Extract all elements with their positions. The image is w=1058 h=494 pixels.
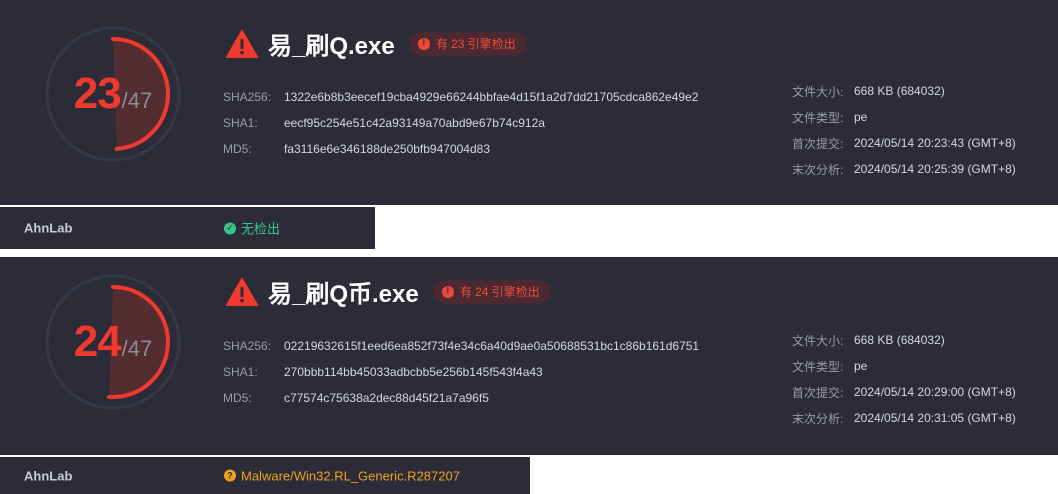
engine-result: ? Malware/Win32.RL_Generic.R287207 xyxy=(224,468,460,483)
detection-gauge: 24 /47 xyxy=(44,273,182,411)
first-submit-label: 首次提交: xyxy=(792,136,844,151)
last-analysis-value: 2024/05/14 20:31:05 (GMT+8) xyxy=(854,411,1016,425)
meta-row-type: 文件类型: pe xyxy=(792,353,1016,379)
alert-circle-icon: ! xyxy=(441,285,454,298)
file-size-value: 668 KB (684032) xyxy=(854,333,945,347)
sha1-label: SHA1: xyxy=(223,365,258,379)
file-size-label: 文件大小: xyxy=(792,333,844,348)
scan-report-card: 23 /47 易_刷Q.exe ! 有 23 引擎检出 SHA256: 1322… xyxy=(0,0,1058,205)
file-name: 易_刷Q币.exe xyxy=(268,281,419,308)
gauge-label: 24 /47 xyxy=(44,273,182,411)
scan-report-card: 24 /47 易_刷Q币.exe ! 有 24 引擎检出 SHA256: 022… xyxy=(0,257,1058,455)
hash-row-sha1: SHA1: eecf95c254e51c42a93149a70abd9e67b7… xyxy=(223,110,698,136)
last-analysis-label: 末次分析: xyxy=(792,162,844,177)
meta-row-first: 首次提交: 2024/05/14 20:23:43 (GMT+8) xyxy=(792,130,1016,156)
md5-value[interactable]: fa3116e6e346188de250bfb947004d83 xyxy=(284,142,490,156)
detection-count: 23 xyxy=(73,69,122,118)
sha256-value[interactable]: 1322e6b8b3eecef19cba4929e66244bbfae4d15f… xyxy=(284,90,698,104)
meta-row-size: 文件大小: 668 KB (684032) xyxy=(792,327,1016,353)
detection-count: 24 xyxy=(73,317,122,366)
detection-badge-text: 有 23 引擎检出 xyxy=(435,37,516,51)
last-analysis-value: 2024/05/14 20:25:39 (GMT+8) xyxy=(854,162,1016,176)
meta-row-size: 文件大小: 668 KB (684032) xyxy=(792,78,1016,104)
hash-row-md5: MD5: fa3116e6e346188de250bfb947004d83 xyxy=(223,136,698,162)
hash-list: SHA256: 1322e6b8b3eecef19cba4929e66244bb… xyxy=(223,84,698,162)
first-submit-value: 2024/05/14 20:23:43 (GMT+8) xyxy=(854,136,1016,150)
file-title-row: 易_刷Q.exe ! 有 23 引擎检出 xyxy=(226,26,527,61)
engine-name: AhnLab xyxy=(24,220,73,236)
engine-result-row: AhnLab ? Malware/Win32.RL_Generic.R28720… xyxy=(0,456,530,494)
first-submit-value: 2024/05/14 20:29:00 (GMT+8) xyxy=(854,385,1016,399)
hash-row-sha256: SHA256: 02219632615f1eed6ea852f73f4e34c6… xyxy=(223,333,699,359)
warning-triangle-icon xyxy=(226,277,258,306)
hash-row-md5: MD5: c77574c75638a2dec88d45f21a7a96f5 xyxy=(223,385,699,411)
sha1-value[interactable]: 270bbb114bb45033adbcbb5e256b145f543f4a43 xyxy=(284,365,543,379)
sha256-label: SHA256: xyxy=(223,339,272,353)
engine-total: /47 xyxy=(121,88,153,113)
file-type-value: pe xyxy=(854,110,868,124)
md5-value[interactable]: c77574c75638a2dec88d45f21a7a96f5 xyxy=(284,391,489,405)
file-meta: 文件大小: 668 KB (684032) 文件类型: pe 首次提交: 202… xyxy=(792,78,1016,182)
question-circle-icon: ? xyxy=(224,469,236,482)
sha1-value[interactable]: eecf95c254e51c42a93149a70abd9e67b74c912a xyxy=(284,116,545,130)
detection-badge-text: 有 24 引擎检出 xyxy=(459,285,540,299)
meta-row-last: 末次分析: 2024/05/14 20:31:05 (GMT+8) xyxy=(792,405,1016,431)
file-size-label: 文件大小: xyxy=(792,84,844,99)
meta-row-last: 末次分析: 2024/05/14 20:25:39 (GMT+8) xyxy=(792,156,1016,182)
sha256-value[interactable]: 02219632615f1eed6ea852f73f4e34c6a40d9ae0… xyxy=(284,339,699,353)
engine-result-text: Malware/Win32.RL_Generic.R287207 xyxy=(241,468,460,483)
file-type-label: 文件类型: xyxy=(792,110,844,125)
detection-gauge: 23 /47 xyxy=(44,25,182,163)
file-type-label: 文件类型: xyxy=(792,359,844,374)
meta-row-first: 首次提交: 2024/05/14 20:29:00 (GMT+8) xyxy=(792,379,1016,405)
warning-triangle-icon xyxy=(226,29,258,58)
hash-list: SHA256: 02219632615f1eed6ea852f73f4e34c6… xyxy=(223,333,699,411)
hash-row-sha1: SHA1: 270bbb114bb45033adbcbb5e256b145f54… xyxy=(223,359,699,385)
md5-label: MD5: xyxy=(223,391,252,405)
engine-result-text: 无检出 xyxy=(241,221,281,237)
file-type-value: pe xyxy=(854,359,868,373)
file-title-row: 易_刷Q币.exe ! 有 24 引擎检出 xyxy=(226,274,551,309)
sha256-label: SHA256: xyxy=(223,90,272,104)
engine-result: ✓ 无检出 xyxy=(224,219,280,238)
hash-row-sha256: SHA256: 1322e6b8b3eecef19cba4929e66244bb… xyxy=(223,84,698,110)
engine-name: AhnLab xyxy=(24,468,73,483)
file-size-value: 668 KB (684032) xyxy=(854,84,945,98)
file-name: 易_刷Q.exe xyxy=(268,33,395,60)
meta-row-type: 文件类型: pe xyxy=(792,104,1016,130)
md5-label: MD5: xyxy=(223,142,252,156)
alert-circle-icon: ! xyxy=(417,37,430,50)
engine-total: /47 xyxy=(121,336,153,361)
engine-result-row: AhnLab ✓ 无检出 xyxy=(0,206,375,249)
detection-badge: ! 有 23 引擎检出 xyxy=(408,31,527,56)
sha1-label: SHA1: xyxy=(223,116,258,130)
file-meta: 文件大小: 668 KB (684032) 文件类型: pe 首次提交: 202… xyxy=(792,327,1016,431)
gauge-label: 23 /47 xyxy=(44,25,182,163)
detection-badge: ! 有 24 引擎检出 xyxy=(432,279,551,304)
first-submit-label: 首次提交: xyxy=(792,385,844,400)
check-circle-icon: ✓ xyxy=(224,222,236,234)
last-analysis-label: 末次分析: xyxy=(792,411,844,426)
